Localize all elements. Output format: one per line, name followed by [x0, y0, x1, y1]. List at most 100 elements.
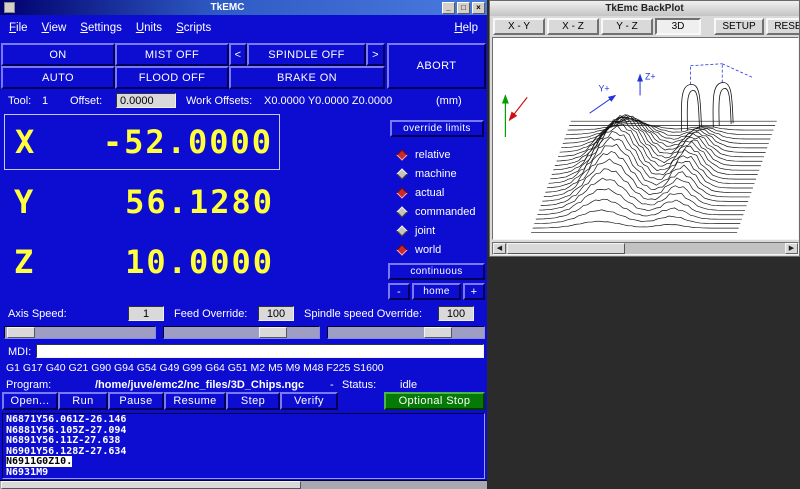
abort-button[interactable]: ABORT — [387, 43, 486, 89]
menu-item-settings[interactable]: Settings — [80, 22, 122, 34]
axis-letter-z: Z — [14, 243, 58, 281]
run-button[interactable]: Run — [58, 392, 108, 410]
rapid-move-line — [722, 64, 753, 78]
jog-mode-button[interactable]: continuous — [388, 263, 485, 280]
spindle-override-value[interactable]: 100 — [438, 306, 474, 321]
tool-offset-entry[interactable]: 0.0000 — [116, 93, 176, 108]
menu-item-file[interactable]: File — [9, 22, 28, 34]
view-button-x-y[interactable]: X - Y — [493, 18, 545, 35]
radio-label: world — [415, 244, 441, 256]
program-line-current: N6911G0Z10. — [6, 457, 484, 468]
spindle-faster-button[interactable]: > — [366, 43, 385, 66]
program-line-text: N6891Y56.11Z-27.638 — [6, 435, 120, 446]
step-button[interactable]: Step — [226, 392, 280, 410]
chip-outline — [719, 88, 731, 126]
tool-label: Tool: — [8, 95, 31, 107]
verify-button[interactable]: Verify — [280, 392, 338, 410]
program-horizontal-scrollbar[interactable] — [0, 480, 487, 489]
radio-label: actual — [415, 187, 444, 199]
program-line: N6901Y56.128Z-27.634 — [6, 447, 484, 458]
radio-actual[interactable]: actual — [398, 184, 444, 202]
spindle-slower-button[interactable]: < — [229, 43, 247, 66]
view-button-y-z[interactable]: Y - Z — [601, 18, 653, 35]
optional-stop-button[interactable]: Optional Stop — [384, 392, 485, 410]
program-line-text: N6911G0Z10. — [6, 456, 72, 467]
axis-letter-y: Y — [14, 183, 58, 221]
axis-speed-slider-thumb[interactable] — [7, 327, 35, 338]
y-axis-label: Y+ — [598, 83, 609, 93]
mdi-input[interactable] — [36, 344, 484, 358]
radio-relative[interactable]: relative — [398, 146, 450, 164]
pause-button[interactable]: Pause — [108, 392, 164, 410]
spindle-override-slider-thumb[interactable] — [424, 327, 452, 338]
home-button[interactable]: home — [412, 283, 461, 300]
override-limits-button[interactable]: override limits — [390, 120, 484, 137]
reset-button[interactable]: RESET — [766, 18, 800, 35]
radio-machine[interactable]: machine — [398, 165, 457, 183]
status-label: Status: — [342, 379, 376, 391]
feed-override-value[interactable]: 100 — [258, 306, 294, 321]
backplot-window: TkEmc BackPlot X - YX - ZY - Z3D SETUP R… — [489, 0, 800, 257]
view-button-3d[interactable]: 3D — [655, 18, 701, 35]
axis-speed-value[interactable]: 1 — [128, 306, 164, 321]
tkemc-window: TkEMC _ □ × File View Settings Units Scripts… — [0, 0, 487, 489]
axis-value-z: 10.0000 — [58, 243, 274, 281]
radio-indicator-icon — [396, 225, 407, 236]
backplot-title-bar[interactable]: TkEmc BackPlot — [490, 1, 799, 16]
mist-button[interactable]: MIST OFF — [115, 43, 229, 66]
status-value: idle — [400, 379, 417, 391]
title-bar[interactable]: TkEMC _ □ × — [0, 0, 487, 15]
scroll-right-icon[interactable]: ▶ — [785, 243, 798, 254]
tool-value: 1 — [42, 95, 48, 107]
menu-bar: File View Settings Units Scripts Help — [0, 15, 487, 41]
spindle-override-slider[interactable] — [327, 326, 485, 339]
menu-item-units[interactable]: Units — [136, 22, 162, 34]
toolpath-surface — [531, 115, 777, 233]
menu-bar-items: File View Settings Units Scripts — [9, 22, 225, 34]
open-button[interactable]: Open... — [2, 392, 58, 410]
jog-minus-button[interactable]: - — [388, 283, 410, 300]
feed-override-label: Feed Override: — [174, 308, 247, 320]
radio-joint[interactable]: joint — [398, 222, 435, 240]
maximize-icon[interactable]: □ — [457, 2, 470, 14]
scrollbar-thumb[interactable] — [507, 243, 625, 254]
radio-indicator-icon — [396, 206, 407, 217]
window-menu-icon[interactable] — [4, 2, 15, 13]
offset-label: Offset: — [70, 95, 102, 107]
axis-speed-slider[interactable] — [4, 326, 156, 339]
backplot-title: TkEmc BackPlot — [605, 3, 683, 14]
radio-indicator-icon — [396, 187, 407, 198]
radio-world[interactable]: world — [398, 241, 441, 259]
close-icon[interactable]: × — [472, 2, 485, 14]
feed-override-slider-thumb[interactable] — [259, 327, 287, 338]
flood-button[interactable]: FLOOD OFF — [115, 66, 229, 89]
backplot-horizontal-scrollbar[interactable]: ◀ ▶ — [492, 242, 799, 255]
mode-auto-button[interactable]: AUTO — [1, 66, 115, 89]
minimize-icon[interactable]: _ — [442, 2, 455, 14]
radio-commanded[interactable]: commanded — [398, 203, 476, 221]
brake-button[interactable]: BRAKE ON — [229, 66, 385, 89]
window-title: TkEMC — [15, 2, 440, 13]
program-listing[interactable]: N6871Y56.061Z-26.146N6881Y56.105Z-27.094… — [2, 413, 485, 479]
radio-label: relative — [415, 149, 450, 161]
axis-value-y: 56.1280 — [58, 183, 274, 221]
setup-button[interactable]: SETUP — [714, 18, 764, 35]
axis-readout-z: Z 10.0000 — [4, 234, 280, 290]
scroll-left-icon[interactable]: ◀ — [493, 243, 506, 254]
jog-plus-button[interactable]: + — [463, 283, 485, 300]
feed-override-slider[interactable] — [163, 326, 320, 339]
spindle-override-label: Spindle speed Override: — [304, 308, 422, 320]
menu-item-view[interactable]: View — [42, 22, 67, 34]
view-button-x-z[interactable]: X - Z — [547, 18, 599, 35]
rapid-move-line — [691, 64, 723, 66]
program-line-text: N6901Y56.128Z-27.634 — [6, 446, 126, 457]
machine-on-button[interactable]: ON — [1, 43, 115, 66]
spindle-button[interactable]: SPINDLE OFF — [247, 43, 366, 66]
radio-label: machine — [415, 168, 457, 180]
resume-button[interactable]: Resume — [164, 392, 226, 410]
menu-item-scripts[interactable]: Scripts — [176, 22, 211, 34]
scrollbar-thumb[interactable] — [1, 481, 301, 489]
radio-label: joint — [415, 225, 435, 237]
menu-item-help[interactable]: Help — [454, 22, 478, 34]
work-offsets-label: Work Offsets: — [186, 95, 252, 107]
